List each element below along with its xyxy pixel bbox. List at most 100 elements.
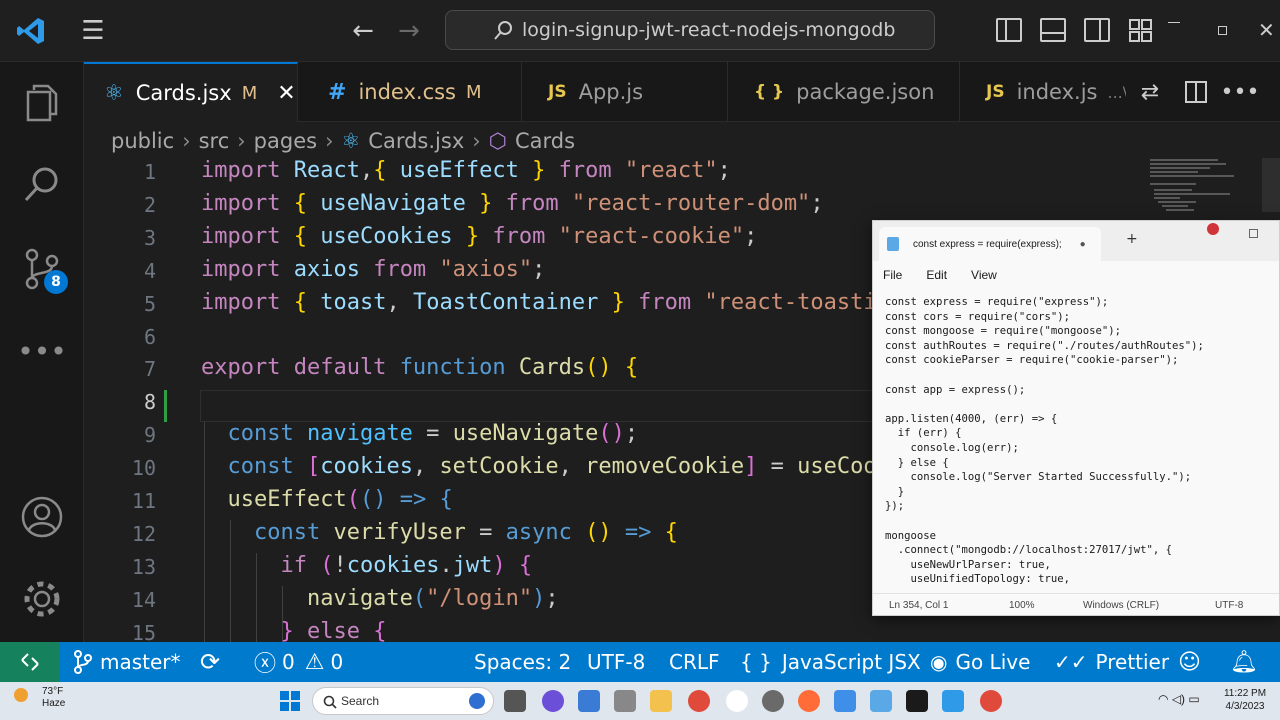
code-token: ()	[585, 519, 612, 545]
close-window-icon[interactable]: ✕	[1258, 18, 1275, 42]
breadcrumb-item[interactable]: pages	[254, 129, 317, 153]
notepad-tab[interactable]: const express = require(express); ●	[879, 227, 1101, 261]
breadcrumb-item[interactable]: Cards.jsx	[368, 129, 464, 153]
line-ending: Windows (CRLF)	[1083, 600, 1160, 611]
eol-button[interactable]: CRLF	[669, 642, 720, 682]
settings-icon[interactable]	[762, 690, 784, 712]
menu-edit[interactable]: Edit	[926, 268, 947, 282]
go-live-label: Go Live	[955, 650, 1031, 674]
app-icon[interactable]	[614, 690, 636, 712]
search-placeholder: Search	[341, 694, 380, 708]
settings-gear-icon[interactable]	[0, 564, 84, 634]
language-mode-button[interactable]: { } JavaScript JSX	[740, 642, 921, 682]
tab-label: package.json	[796, 80, 935, 104]
notepad-maximize-icon[interactable]	[1249, 229, 1258, 238]
system-tray[interactable]: ◠ ◁) ▭	[1158, 692, 1200, 706]
tab-cards-jsx[interactable]: ⚛ Cards.jsx M ✕	[84, 62, 298, 122]
line-number: 8	[143, 390, 156, 415]
code-token: ;	[744, 223, 758, 249]
vscode-taskbar-icon[interactable]	[942, 690, 964, 712]
css-icon: #	[328, 79, 347, 105]
sun-haze-icon	[14, 688, 28, 702]
chrome-profile-icon[interactable]	[980, 690, 1002, 712]
split-editor-icon[interactable]	[1174, 62, 1218, 122]
customize-layout-icon[interactable]	[1128, 18, 1154, 42]
indentation-button[interactable]: Spaces: 2	[474, 642, 571, 682]
tab-package-json[interactable]: { } package.json	[730, 62, 960, 122]
line-number: 4	[143, 258, 156, 283]
prettier-button[interactable]: ✓✓ Prettier	[1054, 642, 1169, 682]
minimap[interactable]	[1148, 158, 1274, 218]
back-arrow-icon[interactable]: ←	[346, 0, 380, 62]
source-control-icon[interactable]	[0, 234, 84, 304]
calendar-icon[interactable]	[834, 690, 856, 712]
code-token: verifyUser	[333, 519, 466, 545]
file-explorer-icon[interactable]	[650, 690, 672, 712]
taskbar-clock[interactable]: 11:22 PM 4/3/2023	[1220, 687, 1270, 713]
tab-label: Cards.jsx	[135, 81, 232, 105]
line-number: 10	[131, 456, 156, 481]
branch-indicator[interactable]: master*	[72, 642, 181, 682]
notepad-text-area[interactable]: const express = require("express"); cons…	[885, 295, 1275, 587]
code-token: (	[346, 487, 360, 512]
breadcrumb-item[interactable]: src	[199, 129, 230, 153]
code-line: import React,{ useEffect } from "react";	[201, 158, 731, 183]
code-token: ;	[717, 158, 731, 183]
account-icon[interactable]	[0, 482, 84, 552]
sync-icon[interactable]: ⟳	[200, 642, 220, 682]
toggle-panel-icon[interactable]	[1040, 18, 1066, 42]
new-tab-plus-icon[interactable]: +	[1126, 231, 1138, 247]
toggle-primary-sidebar-icon[interactable]	[996, 18, 1022, 42]
notifications-bell-icon[interactable]: 🔔︎	[1230, 642, 1258, 682]
breadcrumb-item[interactable]: Cards	[515, 129, 575, 153]
code-token: ;	[810, 190, 824, 216]
toggle-secondary-sidebar-icon[interactable]	[1084, 18, 1110, 42]
line-number: 6	[143, 324, 156, 349]
menu-file[interactable]: File	[883, 268, 902, 282]
problems-indicator[interactable]: ⓧ 0 ⚠ 0	[254, 642, 343, 682]
command-center-search[interactable]: login-signup-jwt-react-nodejs-mongodb	[445, 10, 935, 50]
tab-index-js[interactable]: JS index.js ...\	[962, 62, 1126, 122]
breadcrumb-item[interactable]: public	[111, 129, 174, 153]
mongodb-compass-icon[interactable]	[726, 690, 748, 712]
maximize-icon[interactable]	[1218, 26, 1227, 35]
feedback-icon[interactable]: ☺	[1178, 642, 1201, 682]
snipping-tool-icon[interactable]	[578, 690, 600, 712]
go-live-button[interactable]: ◉ Go Live	[930, 642, 1030, 682]
explorer-icon[interactable]	[0, 68, 84, 138]
editor-scrollbar[interactable]	[1262, 158, 1280, 212]
weather-widget[interactable]: 73°F Haze	[14, 686, 65, 710]
battery-icon: ▭	[1188, 692, 1200, 706]
react-icon: ⚛	[104, 80, 124, 106]
code-token: import	[201, 158, 294, 183]
tab-app-js[interactable]: JS App.js	[524, 62, 728, 122]
notepad-window[interactable]: const express = require(express); ● + Fi…	[872, 220, 1280, 616]
menu-view[interactable]: View	[971, 268, 997, 282]
chrome-icon[interactable]	[688, 690, 710, 712]
code-token: "axios"	[439, 256, 533, 282]
open-changes-icon[interactable]: ⇄	[1128, 62, 1172, 122]
taskbar-search-box[interactable]: Search	[312, 687, 494, 715]
windows-start-icon[interactable]	[280, 691, 300, 711]
chat-icon[interactable]	[542, 690, 564, 712]
remote-indicator-icon[interactable]	[0, 642, 60, 682]
search-icon[interactable]	[0, 150, 84, 220]
code-token: useNavigate	[452, 421, 599, 447]
minimize-icon[interactable]	[1168, 22, 1180, 23]
tab-index-css[interactable]: # index.css M	[300, 62, 522, 122]
modified-indicator: M	[241, 82, 258, 104]
hamburger-menu-icon[interactable]: ☰	[74, 0, 112, 62]
code-token: else	[293, 618, 374, 642]
terminal-icon[interactable]	[906, 690, 928, 712]
forward-arrow-icon[interactable]: →	[392, 0, 426, 62]
task-view-icon[interactable]	[504, 690, 526, 712]
js-icon: JS	[548, 82, 567, 102]
code-line: import { toast, ToastContainer } from "r…	[201, 290, 877, 315]
postman-icon[interactable]	[798, 690, 820, 712]
encoding-button[interactable]: UTF-8	[587, 642, 645, 682]
notepad-taskbar-icon[interactable]	[870, 690, 892, 712]
tab-path-hint: ...\	[1107, 82, 1126, 102]
more-actions-icon[interactable]: •••	[1218, 62, 1262, 122]
more-views-icon[interactable]: •••	[0, 316, 84, 386]
close-tab-icon[interactable]: ✕	[277, 81, 295, 106]
